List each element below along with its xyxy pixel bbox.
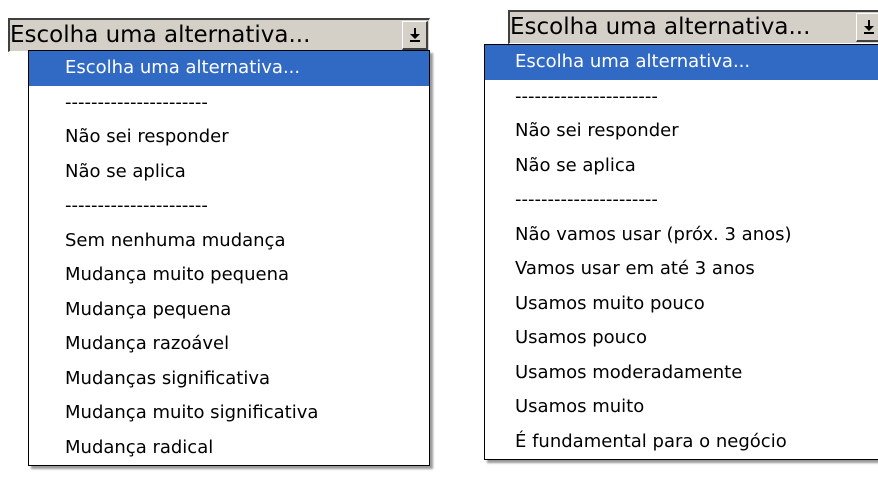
left-option-dont-know[interactable]: Não sei responder (29, 120, 429, 155)
left-option-very-small-change[interactable]: Mudança muito pequena (29, 258, 429, 293)
left-option-small-change[interactable]: Mudança pequena (29, 293, 429, 328)
left-options-list: Escolha uma alternativa... -------------… (28, 50, 430, 466)
right-option-fundamental[interactable]: É fundamental para o negócio (485, 425, 878, 460)
right-options-list: Escolha uma alternativa... -------------… (484, 44, 878, 460)
arrow-down-to-line-icon (864, 20, 874, 34)
right-option-use-very-little[interactable]: Usamos muito pouco (485, 287, 878, 322)
left-select-dropdown[interactable]: Escolha uma alternativa... Escolha uma a… (8, 18, 432, 478)
right-option-dont-know[interactable]: Não sei responder (485, 114, 878, 149)
right-select-box[interactable]: Escolha uma alternativa... (508, 10, 878, 44)
right-option-use-a-lot[interactable]: Usamos muito (485, 390, 878, 425)
right-option-will-use-3-years[interactable]: Vamos usar em até 3 anos (485, 252, 878, 287)
left-option-radical-change[interactable]: Mudança radical (29, 431, 429, 466)
left-option-not-applicable[interactable]: Não se aplica (29, 155, 429, 190)
right-select-arrow-button[interactable] (856, 13, 878, 42)
left-select-value: Escolha uma alternativa... (10, 20, 402, 51)
right-option-wont-use[interactable]: Não vamos usar (próx. 3 anos) (485, 218, 878, 253)
left-option-no-change[interactable]: Sem nenhuma mudança (29, 224, 429, 259)
left-select-box[interactable]: Escolha uma alternativa... (8, 18, 430, 52)
left-option-significant-change[interactable]: Mudanças significativa (29, 362, 429, 397)
right-option-use-little[interactable]: Usamos pouco (485, 321, 878, 356)
left-select-arrow-button[interactable] (402, 21, 428, 50)
right-option-not-applicable[interactable]: Não se aplica (485, 149, 878, 184)
left-option-choose[interactable]: Escolha uma alternativa... (29, 51, 429, 86)
left-option-reasonable-change[interactable]: Mudança razoável (29, 327, 429, 362)
left-option-separator[interactable]: ---------------------- (29, 189, 429, 224)
right-option-separator[interactable]: ---------------------- (485, 183, 878, 218)
arrow-down-to-line-icon (410, 28, 420, 42)
right-select-value: Escolha uma alternativa... (510, 12, 856, 43)
left-option-very-significant-change[interactable]: Mudança muito significativa (29, 396, 429, 431)
right-option-use-moderately[interactable]: Usamos moderadamente (485, 356, 878, 391)
right-option-separator[interactable]: ---------------------- (485, 80, 878, 115)
right-option-choose[interactable]: Escolha uma alternativa... (485, 45, 878, 80)
left-option-separator[interactable]: ---------------------- (29, 86, 429, 121)
right-select-dropdown[interactable]: Escolha uma alternativa... Escolha uma a… (484, 10, 878, 482)
